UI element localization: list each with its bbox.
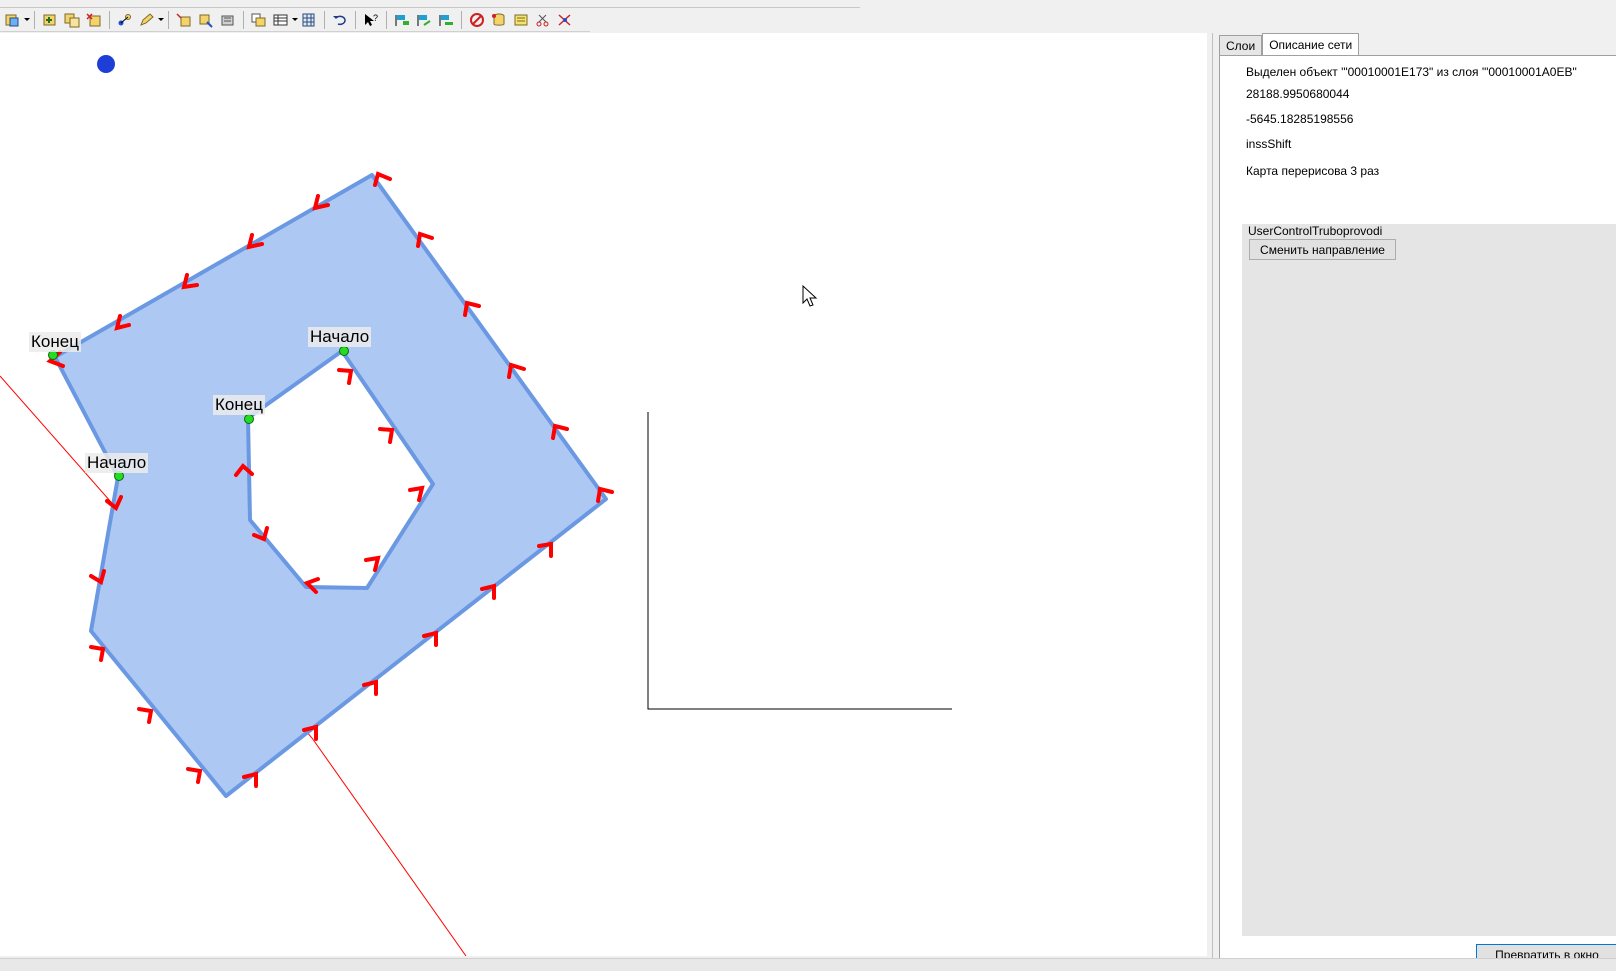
inner-start-node[interactable]	[339, 346, 349, 356]
layer-remove-icon[interactable]	[84, 10, 104, 30]
toolbar-separator	[355, 10, 356, 29]
pipelines-control-title: UserControlTruboprovodi	[1248, 224, 1383, 238]
layer-copy-icon[interactable]	[62, 10, 82, 30]
table-icon[interactable]	[271, 10, 291, 30]
node-select-icon[interactable]	[115, 10, 135, 30]
pipe-polygon[interactable]	[53, 173, 608, 798]
table-dropdown[interactable]	[292, 10, 298, 30]
pipelines-control: UserControlTruboprovodi Сменить направле…	[1242, 224, 1616, 936]
edit-vertex-icon[interactable]	[174, 10, 194, 30]
mode-text: inssShift	[1246, 137, 1292, 151]
map-canvas[interactable]: Конец Начало Конец Начало	[0, 33, 1207, 956]
inner-end-label: Конец	[213, 395, 265, 415]
layer-add-icon[interactable]	[40, 10, 60, 30]
inner-end-node[interactable]	[244, 414, 254, 424]
inner-start-label: Начало	[308, 327, 372, 347]
edit-tools-icon[interactable]	[218, 10, 238, 30]
blue-point[interactable]	[97, 55, 115, 73]
flag-route-icon[interactable]	[436, 10, 456, 30]
coord-y-text: -5645.18285198556	[1246, 112, 1354, 126]
mouse-cursor-icon	[802, 284, 818, 307]
toolbar-separator	[461, 10, 462, 29]
status-bar	[0, 958, 1616, 971]
flag-end-icon[interactable]	[414, 10, 434, 30]
undo-icon[interactable]	[330, 10, 350, 30]
outer-end-label: Конец	[29, 332, 81, 352]
panel-tabs: Слои Описание сети	[1219, 33, 1360, 56]
help-pointer-icon[interactable]: ?	[361, 10, 381, 30]
network-delete-icon[interactable]	[555, 10, 575, 30]
tab-network-description[interactable]: Описание сети	[1262, 33, 1360, 56]
main-toolbar: ?	[0, 8, 590, 32]
tab-layers[interactable]: Слои	[1219, 35, 1263, 56]
scissors-icon[interactable]	[533, 10, 553, 30]
layer-manage-icon[interactable]	[3, 10, 23, 30]
layer-manage-dropdown[interactable]	[24, 10, 30, 30]
selected-object-text: Выделен объект '"00010001E173" из слоя '…	[1246, 65, 1577, 79]
edit-move-icon[interactable]	[196, 10, 216, 30]
toolbar-separator	[324, 10, 325, 29]
database-icon[interactable]	[489, 10, 509, 30]
layer-yellow-icon[interactable]	[511, 10, 531, 30]
change-direction-button[interactable]: Сменить направление	[1249, 239, 1396, 260]
toolbar-separator	[34, 10, 35, 29]
tab-body: Выделен объект '"00010001E173" из слоя '…	[1219, 55, 1616, 966]
toolbar-separator	[109, 10, 110, 29]
flag-start-icon[interactable]	[392, 10, 412, 30]
right-panel: Слои Описание сети Выделен объект '"0001…	[1212, 33, 1616, 966]
toolbar-separator	[386, 10, 387, 29]
copy-object-icon[interactable]	[249, 10, 269, 30]
outer-start-label: Начало	[85, 453, 149, 473]
toolbar-separator	[168, 10, 169, 29]
axis-lines	[647, 412, 952, 710]
edit-pen-icon[interactable]	[137, 10, 157, 30]
edit-pen-dropdown[interactable]	[158, 10, 164, 30]
menu-strip	[0, 0, 860, 8]
redraw-count-text: Карта перерисова 3 раз	[1246, 164, 1380, 178]
toolbar-separator	[243, 10, 244, 29]
svg-text:?: ?	[373, 13, 378, 23]
forbid-icon[interactable]	[467, 10, 487, 30]
map-graphics	[0, 55, 952, 956]
grid-icon[interactable]	[299, 10, 319, 30]
coord-x-text: 28188.9950680044	[1246, 87, 1350, 101]
